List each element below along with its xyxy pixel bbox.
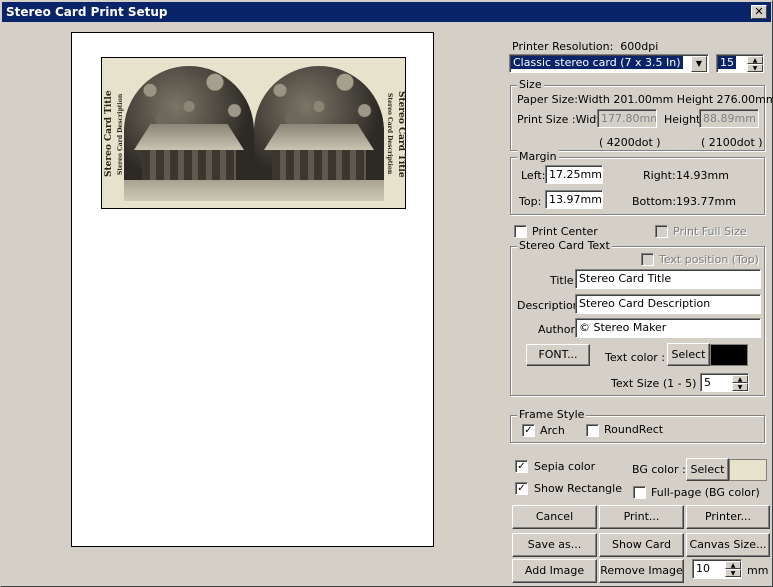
chevron-down-icon[interactable]: ▼ bbox=[691, 56, 707, 72]
bg-color-label: BG color : bbox=[632, 463, 686, 476]
right-card-description: Stereo Card Description bbox=[386, 93, 393, 175]
size-group-title: Size bbox=[517, 78, 544, 91]
print-full-size-label: Print Full Size bbox=[673, 225, 747, 238]
add-image-button[interactable]: Add Image bbox=[512, 559, 597, 583]
window-title: Stereo Card Print Setup bbox=[6, 5, 168, 19]
margin-left-field[interactable]: 17.25mm bbox=[545, 165, 603, 184]
right-card-text: Stereo Card Title Stereo Card Descriptio… bbox=[384, 68, 406, 200]
printer-resolution-value: 600dpi bbox=[620, 40, 659, 53]
title-label: Title: bbox=[550, 274, 578, 287]
remove-image-button[interactable]: Remove Image bbox=[599, 559, 684, 583]
margin-right-label: Right: bbox=[643, 169, 676, 182]
print-setup-window: Stereo Card Print Setup ✕ Stereo Card Ti… bbox=[0, 0, 773, 587]
print-button[interactable]: Print... bbox=[599, 505, 684, 529]
author-label: Author: bbox=[538, 323, 579, 336]
bg-color-swatch bbox=[729, 459, 767, 481]
left-card-title: Stereo Card Title bbox=[104, 90, 114, 178]
full-page-label: Full-page (BG color) bbox=[651, 486, 760, 499]
roundrect-label: RoundRect bbox=[604, 423, 664, 436]
printer-resolution-label: Printer Resolution: 600dpi bbox=[512, 40, 659, 53]
sepia-checkbox[interactable]: ✓ bbox=[515, 460, 528, 473]
margin-left-label: Left: bbox=[521, 169, 546, 182]
count-spinner-arrows[interactable]: ▲ ▼ bbox=[747, 56, 763, 72]
cancel-button[interactable]: Cancel bbox=[512, 505, 597, 529]
text-position-checkbox bbox=[641, 253, 654, 266]
roundrect-checkbox[interactable] bbox=[586, 424, 599, 437]
author-input[interactable]: © Stereo Maker bbox=[575, 318, 761, 338]
show-card-button[interactable]: Show Card bbox=[599, 533, 684, 557]
canvas-size-button[interactable]: Canvas Size... bbox=[686, 533, 770, 557]
text-size-label: Text Size (1 - 5) : bbox=[611, 377, 704, 390]
spacing-spinner-arrows[interactable]: ▲ ▼ bbox=[725, 561, 741, 577]
text-position-label: Text position (Top) bbox=[659, 253, 759, 266]
stereo-card-preview[interactable]: Stereo Card Title Stereo Card Descriptio… bbox=[101, 57, 406, 209]
width-dots-text: ( 4200dot ) bbox=[599, 136, 661, 149]
printer-button[interactable]: Printer... bbox=[686, 505, 770, 529]
margin-top-field[interactable]: 13.97mm bbox=[545, 190, 603, 209]
font-button[interactable]: FONT... bbox=[526, 344, 590, 366]
text-color-label: Text color : bbox=[605, 351, 666, 364]
bg-color-select-button[interactable]: Select bbox=[686, 458, 729, 481]
print-height-field: 88.89mm bbox=[699, 109, 759, 128]
full-page-checkbox[interactable] bbox=[633, 486, 646, 499]
left-card-description: Stereo Card Description bbox=[117, 93, 124, 175]
print-width-field: 177.80mm bbox=[597, 109, 657, 128]
arch-checkbox[interactable]: ✓ bbox=[522, 424, 535, 437]
show-rectangle-label: Show Rectangle bbox=[534, 482, 622, 495]
text-size-spinner-arrows[interactable]: ▲ ▼ bbox=[732, 375, 748, 391]
description-input[interactable]: Stereo Card Description bbox=[575, 294, 761, 314]
margin-top-label: Top: bbox=[519, 195, 542, 208]
show-rectangle-checkbox[interactable]: ✓ bbox=[515, 482, 528, 495]
margin-right-value: 14.93mm bbox=[676, 169, 729, 182]
margin-bottom-label: Bottom: bbox=[632, 195, 677, 208]
left-stereo-image bbox=[124, 66, 254, 201]
save-as-button[interactable]: Save as... bbox=[512, 533, 597, 557]
text-color-select-button[interactable]: Select bbox=[667, 343, 710, 366]
title-input[interactable]: Stereo Card Title bbox=[575, 269, 761, 289]
arch-label: Arch bbox=[540, 424, 565, 437]
spacing-unit-label: mm bbox=[747, 564, 769, 577]
print-size-label: Print Size :Width bbox=[517, 113, 608, 126]
height-label: Height bbox=[664, 113, 701, 126]
margin-group-title: Margin bbox=[517, 150, 559, 163]
close-icon[interactable]: ✕ bbox=[751, 5, 767, 19]
card-format-value: Classic stereo card (7 x 3.5 In) bbox=[511, 56, 683, 69]
print-full-size-checkbox bbox=[655, 225, 668, 238]
frame-style-title: Frame Style bbox=[517, 408, 587, 421]
height-dots-text: ( 2100dot ) bbox=[701, 136, 763, 149]
print-center-checkbox[interactable] bbox=[514, 225, 527, 238]
right-stereo-image bbox=[254, 66, 384, 201]
left-card-text: Stereo Card Title Stereo Card Descriptio… bbox=[104, 68, 126, 200]
text-color-swatch bbox=[710, 344, 748, 366]
print-center-label: Print Center bbox=[532, 225, 598, 238]
sepia-label: Sepia color bbox=[534, 460, 596, 473]
card-format-select[interactable]: Classic stereo card (7 x 3.5 In) bbox=[509, 54, 709, 73]
paper-size-text: Paper Size:Width 201.00mm Height 276.00m… bbox=[517, 93, 773, 106]
title-bar: Stereo Card Print Setup ✕ bbox=[2, 2, 771, 22]
description-label: Description: bbox=[517, 299, 584, 312]
margin-bottom-value: 193.77mm bbox=[676, 195, 736, 208]
right-card-title: Stereo Card Title bbox=[396, 90, 406, 178]
stereo-card-text-title: Stereo Card Text bbox=[517, 239, 612, 252]
